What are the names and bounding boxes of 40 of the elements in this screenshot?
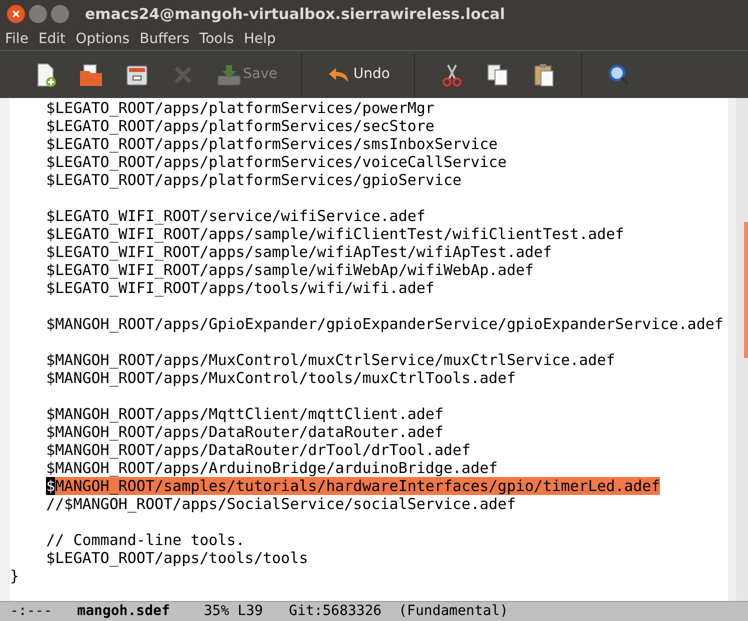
major-mode: (Fundamental) [398,602,508,621]
menu-item[interactable]: Tools [197,28,236,50]
code-line: $LEGATO_WIFI_ROOT/apps/tools/wifi/wifi.adef [45,279,434,297]
close-icon [12,10,20,18]
undo-button[interactable]: Undo [326,56,390,92]
code-line: $LEGATO_ROOT/apps/platformServices/voiceCallService [45,153,507,171]
folder-icon [78,62,104,88]
code-line: $MANGOH_ROOT/apps/MuxControl/muxCtrlService/muxCtrlService.adef [45,351,616,369]
code-line: $LEGATO_ROOT/apps/platformServices/smsInboxService [45,135,498,153]
code-line: // Command-line tools. [45,531,245,549]
buffer-name: mangoh.sdef [77,602,170,621]
buffer-status: -:--- [10,602,52,621]
code-line: $MANGOH_ROOT/apps/DataRouter/drTool/drTool.adef [45,441,471,459]
code-line: $MANGOH_ROOT/apps/MuxControl/tools/muxCtrlTools.adef [45,369,516,387]
code-line: $LEGATO_ROOT/apps/tools/tools [45,549,308,567]
code-line: $LEGATO_ROOT/apps/platformServices/gpioService [45,171,462,189]
code-line: $MANGOH_ROOT/apps/GpioExpander/gpioExpanderService/gpioExpanderService.adef [45,315,724,333]
code-line: $LEGATO_ROOT/apps/platformServices/powerMgr [45,99,434,117]
code-line: $LEGATO_WIFI_ROOT/apps/sample/wifiClientTest/wifiClientTest.adef [45,225,624,243]
close-button[interactable] [7,5,25,23]
menu-item[interactable]: File [3,28,30,50]
code-line: $LEGATO_WIFI_ROOT/service/wifiService.adef [45,207,426,225]
scrollbar[interactable] [728,98,748,601]
version-control-status: Git:5683326 [288,602,382,621]
code-line: $MANGOH_ROOT/apps/MqttClient/mqttClient.adef [45,405,444,423]
menu-item[interactable]: Help [242,28,278,50]
code-line: $LEGATO_WIFI_ROOT/apps/sample/wifiWebAp/wifiWebAp.adef [45,261,534,279]
code-line: $LEGATO_WIFI_ROOT/apps/sample/wifiApTest/wifiApTest.adef [45,243,552,261]
code-line: $MANGOH_ROOT/apps/ArduinoBridge/arduinoBridge.adef [45,459,498,477]
code-line: $MANGOH_ROOT/apps/DataRouter/dataRouter.adef [45,423,444,441]
maximize-button[interactable] [51,5,69,23]
code-line: //$MANGOH_ROOT/apps/SocialService/socialService.adef [45,495,516,513]
scrollbar-thumb[interactable] [744,222,748,358]
code-line: } [10,567,20,585]
menu-item[interactable]: Options [74,28,132,50]
window-title: emacs24@mangoh-virtualbox.sierrawireless.local [85,4,506,25]
cursor-position: 35% L39 [204,602,263,621]
code-line: $LEGATO_ROOT/apps/platformServices/secStore [45,117,434,135]
menu-item[interactable]: Edit [36,28,68,50]
menu-item[interactable]: Buffers [138,28,192,50]
